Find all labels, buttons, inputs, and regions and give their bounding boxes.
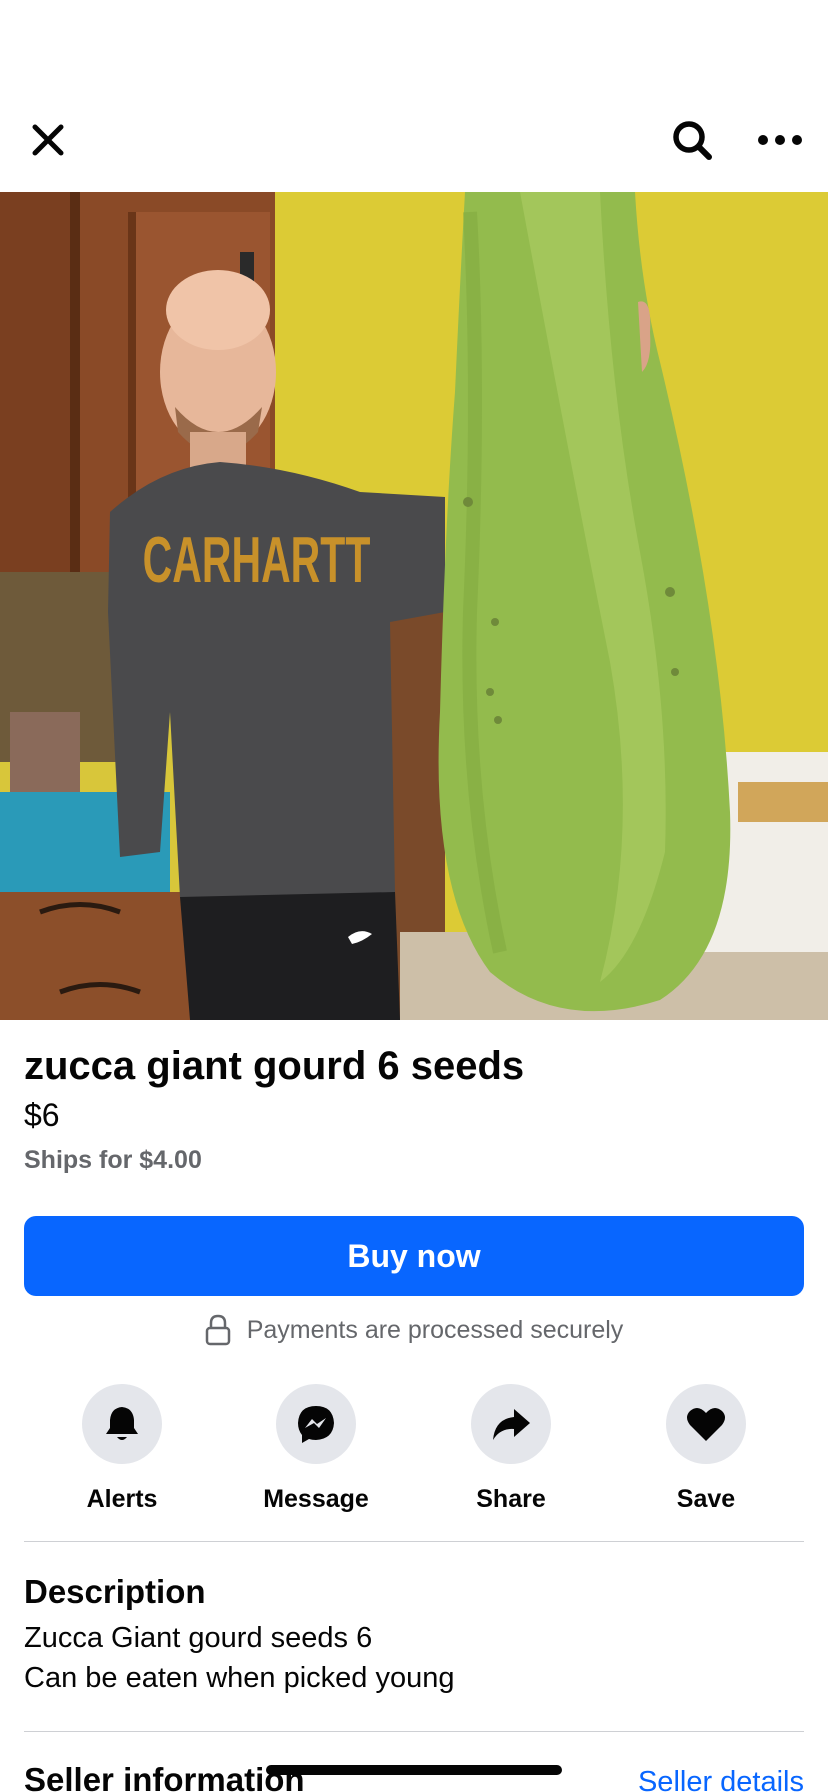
save-label: Save: [676, 1485, 736, 1513]
description-heading: Description: [24, 1573, 206, 1610]
search-icon: [673, 121, 712, 160]
listing-title: zucca giant gourd 6 seeds: [24, 1044, 525, 1088]
buy-now-button[interactable]: Buy now: [24, 1216, 804, 1296]
message-button[interactable]: Message: [226, 1384, 406, 1514]
top-navigation-bar: [0, 96, 828, 192]
share-label: Share: [476, 1485, 546, 1513]
more-options-button[interactable]: [752, 114, 808, 166]
status-bar-area: [0, 0, 828, 96]
more-horizontal-icon: [758, 135, 802, 145]
listing-price: $6: [24, 1097, 60, 1133]
description-text: Zucca Giant gourd seeds 6 Can be eaten w…: [24, 1622, 455, 1694]
seller-information-heading: Seller information: [24, 1761, 305, 1792]
divider: [24, 1541, 804, 1542]
share-button[interactable]: Share: [421, 1384, 601, 1514]
home-indicator[interactable]: [266, 1765, 562, 1775]
bell-icon: [106, 1407, 138, 1440]
message-icon-circle[interactable]: [276, 1384, 356, 1464]
message-label: Message: [263, 1485, 369, 1513]
share-arrow-icon: [493, 1409, 530, 1440]
listing-photo[interactable]: CARHARTT: [0, 192, 828, 1020]
alerts-icon-circle[interactable]: [82, 1384, 162, 1464]
listing-photo-image: CARHARTT: [0, 192, 828, 1020]
alerts-button[interactable]: Alerts: [32, 1384, 212, 1514]
save-icon-circle[interactable]: [666, 1384, 746, 1464]
close-button[interactable]: [24, 116, 72, 164]
secure-payment-text: Payments are processed securely: [246, 1315, 624, 1344]
close-icon: [32, 124, 64, 156]
alerts-label: Alerts: [86, 1485, 158, 1513]
save-button[interactable]: Save: [616, 1384, 796, 1514]
lock-icon: [205, 1314, 230, 1346]
divider: [24, 1731, 804, 1732]
heart-icon: [687, 1407, 725, 1441]
share-icon-circle[interactable]: [471, 1384, 551, 1464]
shipping-cost: Ships for $4.00: [24, 1146, 202, 1174]
secure-payment-notice: Payments are processed securely: [0, 1310, 828, 1350]
search-button[interactable]: [666, 114, 718, 166]
action-buttons-row: Alerts Message Share Save: [0, 1384, 828, 1514]
seller-details-link[interactable]: Seller details: [638, 1762, 804, 1792]
sweatshirt-logo-text: CARHARTT: [143, 523, 371, 596]
messenger-icon: [298, 1406, 334, 1443]
